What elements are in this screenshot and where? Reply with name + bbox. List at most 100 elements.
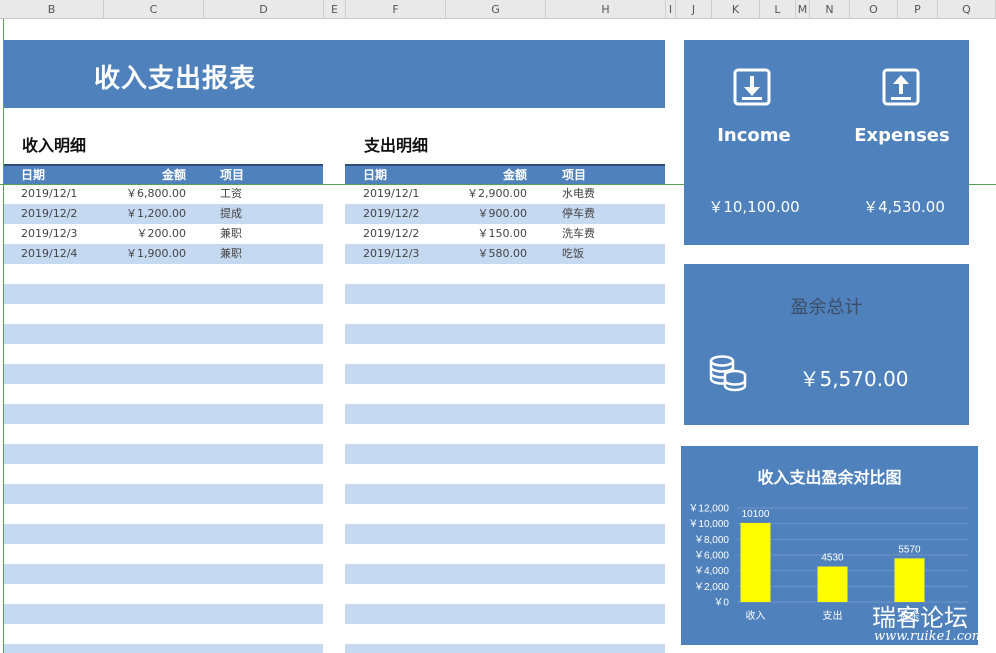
- expense-cell-amount[interactable]: ￥580.00: [435, 244, 528, 264]
- table-row[interactable]: 2019/12/2 ￥1,200.00 提成: [4, 204, 323, 224]
- empty-row[interactable]: [345, 324, 665, 344]
- empty-row[interactable]: [4, 584, 323, 604]
- empty-row[interactable]: [345, 544, 665, 564]
- expense-cell-item[interactable]: 水电费: [562, 184, 595, 204]
- empty-row[interactable]: [345, 624, 665, 644]
- income-expense-panel: Income Expenses ￥10,100.00 ￥4,530.00: [684, 40, 969, 245]
- column-header-d[interactable]: D: [204, 0, 324, 19]
- expense-section-title: 支出明细: [364, 136, 429, 155]
- empty-row[interactable]: [4, 364, 323, 384]
- income-header-amount[interactable]: 金额: [114, 166, 186, 184]
- expense-header-item[interactable]: 项目: [562, 166, 586, 184]
- empty-row[interactable]: [345, 444, 665, 464]
- empty-row[interactable]: [345, 264, 665, 284]
- income-cell-item[interactable]: 提成: [220, 204, 242, 224]
- empty-row[interactable]: [4, 484, 323, 504]
- column-header-e[interactable]: E: [324, 0, 346, 19]
- column-header-c[interactable]: C: [104, 0, 204, 19]
- table-row[interactable]: 2019/12/3 ￥200.00 兼职: [4, 224, 323, 244]
- empty-row[interactable]: [345, 484, 665, 504]
- column-header-k[interactable]: K: [712, 0, 760, 19]
- income-cell-date[interactable]: 2019/12/3: [21, 224, 77, 244]
- column-header-f[interactable]: F: [346, 0, 446, 19]
- empty-row[interactable]: [4, 284, 323, 304]
- table-row[interactable]: 2019/12/2 ￥150.00 洗车费: [345, 224, 665, 244]
- expense-cell-item[interactable]: 洗车费: [562, 224, 595, 244]
- data-label: 10100: [742, 509, 770, 520]
- income-cell-item[interactable]: 兼职: [220, 244, 242, 264]
- empty-row[interactable]: [4, 464, 323, 484]
- table-row[interactable]: 2019/12/1 ￥2,900.00 水电费: [345, 184, 665, 204]
- empty-row[interactable]: [4, 564, 323, 584]
- empty-row[interactable]: [345, 524, 665, 544]
- expense-cell-date[interactable]: 2019/12/2: [363, 224, 419, 244]
- empty-row[interactable]: [345, 644, 665, 653]
- empty-row[interactable]: [4, 624, 323, 644]
- empty-row[interactable]: [345, 464, 665, 484]
- empty-row[interactable]: [4, 424, 323, 444]
- empty-row[interactable]: [345, 364, 665, 384]
- expense-cell-item[interactable]: 吃饭: [562, 244, 584, 264]
- income-table-header: 日期 金额 项目: [4, 164, 323, 184]
- income-cell-amount[interactable]: ￥6,800.00: [94, 184, 186, 204]
- column-header-q[interactable]: Q: [938, 0, 996, 19]
- empty-row[interactable]: [345, 424, 665, 444]
- empty-row[interactable]: [4, 384, 323, 404]
- empty-row[interactable]: [345, 604, 665, 624]
- column-header-i[interactable]: I: [666, 0, 676, 19]
- table-row[interactable]: 2019/12/2 ￥900.00 停车费: [345, 204, 665, 224]
- expense-cell-date[interactable]: 2019/12/3: [363, 244, 419, 264]
- empty-row[interactable]: [4, 544, 323, 564]
- empty-row[interactable]: [4, 444, 323, 464]
- income-cell-amount[interactable]: ￥1,200.00: [94, 204, 186, 224]
- expense-cell-date[interactable]: 2019/12/2: [363, 204, 419, 224]
- income-header-item[interactable]: 项目: [220, 166, 244, 184]
- column-header-m[interactable]: M: [796, 0, 810, 19]
- download-icon: [732, 67, 772, 111]
- expense-header-date[interactable]: 日期: [363, 166, 387, 184]
- empty-row[interactable]: [345, 304, 665, 324]
- empty-row[interactable]: [345, 564, 665, 584]
- expense-cell-amount[interactable]: ￥150.00: [435, 224, 528, 244]
- empty-row[interactable]: [345, 284, 665, 304]
- expense-cell-date[interactable]: 2019/12/1: [363, 184, 419, 204]
- table-row[interactable]: 2019/12/3 ￥580.00 吃饭: [345, 244, 665, 264]
- column-header-b[interactable]: B: [0, 0, 104, 19]
- empty-row[interactable]: [4, 604, 323, 624]
- empty-row[interactable]: [4, 344, 323, 364]
- empty-row[interactable]: [345, 384, 665, 404]
- empty-row[interactable]: [345, 504, 665, 524]
- empty-row[interactable]: [4, 504, 323, 524]
- column-header-n[interactable]: N: [810, 0, 850, 19]
- empty-row[interactable]: [345, 404, 665, 424]
- income-cell-date[interactable]: 2019/12/2: [21, 204, 77, 224]
- income-cell-item[interactable]: 工资: [220, 184, 242, 204]
- column-header-h[interactable]: H: [546, 0, 666, 19]
- column-header-g[interactable]: G: [446, 0, 546, 19]
- empty-row[interactable]: [4, 524, 323, 544]
- empty-row[interactable]: [345, 344, 665, 364]
- expense-header-amount[interactable]: 金额: [455, 166, 527, 184]
- table-row[interactable]: 2019/12/4 ￥1,900.00 兼职: [4, 244, 323, 264]
- column-header-p[interactable]: P: [898, 0, 938, 19]
- income-cell-amount[interactable]: ￥1,900.00: [94, 244, 186, 264]
- income-cell-amount[interactable]: ￥200.00: [94, 224, 187, 244]
- income-header-date[interactable]: 日期: [21, 166, 45, 184]
- empty-row[interactable]: [4, 404, 323, 424]
- income-cell-date[interactable]: 2019/12/1: [21, 184, 77, 204]
- empty-row[interactable]: [345, 584, 665, 604]
- column-header-l[interactable]: L: [760, 0, 796, 19]
- empty-row[interactable]: [4, 304, 323, 324]
- empty-row[interactable]: [4, 264, 323, 284]
- chart-title: 收入支出盈余对比图: [757, 468, 902, 487]
- expense-cell-amount[interactable]: ￥2,900.00: [435, 184, 527, 204]
- expense-cell-amount[interactable]: ￥900.00: [435, 204, 528, 224]
- table-row[interactable]: 2019/12/1 ￥6,800.00 工资: [4, 184, 323, 204]
- expense-cell-item[interactable]: 停车费: [562, 204, 595, 224]
- income-cell-date[interactable]: 2019/12/4: [21, 244, 77, 264]
- column-header-o[interactable]: O: [850, 0, 898, 19]
- empty-row[interactable]: [4, 644, 323, 653]
- income-cell-item[interactable]: 兼职: [220, 224, 242, 244]
- empty-row[interactable]: [4, 324, 323, 344]
- column-header-j[interactable]: J: [676, 0, 712, 19]
